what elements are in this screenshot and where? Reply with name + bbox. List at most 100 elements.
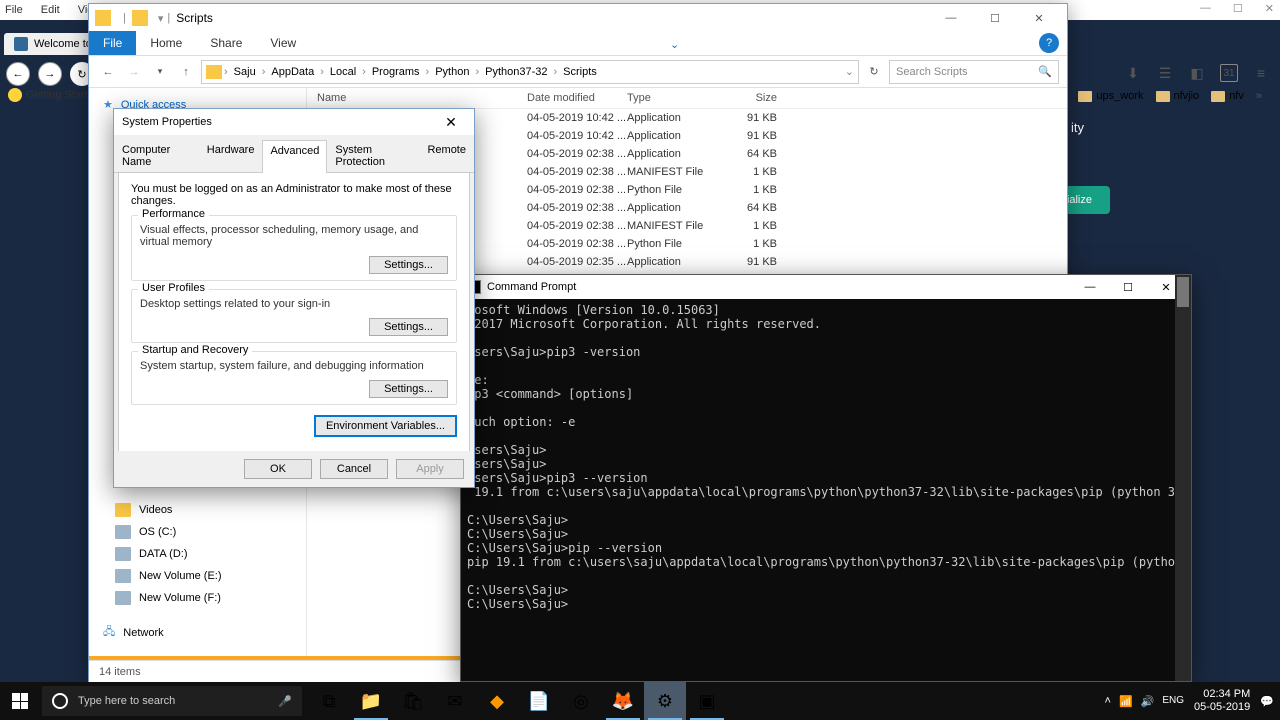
sublime-icon[interactable]: ◆ <box>476 682 518 720</box>
sidebar-videos[interactable]: Videos <box>89 499 306 521</box>
user-settings-button[interactable]: Settings... <box>369 318 448 336</box>
folder-icon <box>132 10 148 26</box>
ribbon-file[interactable]: File <box>89 31 136 55</box>
crumb[interactable]: AppData <box>267 64 318 80</box>
cmd-icon[interactable]: ▣ <box>686 682 728 720</box>
notepad-icon[interactable]: 📄 <box>518 682 560 720</box>
wifi-icon[interactable]: 📶 <box>1119 695 1133 708</box>
apply-button[interactable]: Apply <box>396 459 464 479</box>
col-size[interactable]: Size <box>725 92 787 104</box>
environment-variables-button[interactable]: Environment Variables... <box>314 415 457 437</box>
col-date[interactable]: Date modified <box>527 92 627 104</box>
sidebar-label: New Volume (F:) <box>139 592 221 604</box>
taskbar-search[interactable]: Type here to search 🎤 <box>42 686 302 716</box>
language-icon[interactable]: ENG <box>1162 695 1184 708</box>
mic-icon[interactable]: 🎤 <box>278 695 292 708</box>
close-button[interactable]: ✕ <box>436 114 466 131</box>
recent-button[interactable]: ▾ <box>149 61 171 83</box>
breadcrumb[interactable]: › Saju› AppData› Local› Programs› Python… <box>201 60 859 84</box>
sidebar-icon[interactable]: ◧ <box>1188 64 1206 82</box>
back-button[interactable]: ← <box>6 62 30 86</box>
notifications-icon[interactable]: 💬 <box>1260 695 1274 708</box>
crumb[interactable]: Programs <box>368 64 424 80</box>
cortana-icon <box>52 693 68 709</box>
close-button[interactable]: ✕ <box>1265 2 1274 15</box>
tab-hardware[interactable]: Hardware <box>199 139 263 172</box>
ok-button[interactable]: OK <box>244 459 312 479</box>
back-button[interactable]: ← <box>97 61 119 83</box>
sidebar-drive-c[interactable]: OS (C:) <box>89 521 306 543</box>
close-button[interactable]: ✕ <box>1017 4 1061 32</box>
sidebar-drive-e[interactable]: New Volume (E:) <box>89 565 306 587</box>
settings-icon[interactable]: ⚙ <box>644 682 686 720</box>
startup-settings-button[interactable]: Settings... <box>369 380 448 398</box>
start-button[interactable] <box>0 682 40 720</box>
explorer-titlebar[interactable]: | ▾ | Scripts — ☐ ✕ <box>89 4 1067 32</box>
ribbon-home[interactable]: Home <box>136 31 196 55</box>
task-view-icon[interactable]: ⧉ <box>308 682 350 720</box>
browser-tab-2[interactable]: Getting Starte <box>8 88 94 102</box>
cmd-output[interactable]: rosoft Windows [Version 10.0.15063] 2017… <box>461 299 1191 681</box>
expand-icon[interactable]: ▾ <box>158 12 164 25</box>
item-count: 14 items <box>99 666 141 678</box>
overflow-icon[interactable]: » <box>1256 90 1262 102</box>
cmd-titlebar[interactable]: Command Prompt — ☐ ✕ <box>461 275 1191 299</box>
download-icon[interactable]: ⬇ <box>1124 64 1142 82</box>
menu-icon[interactable]: ≡ <box>1252 64 1270 82</box>
ribbon-view[interactable]: View <box>256 31 310 55</box>
store-icon[interactable]: 🛍 <box>392 682 434 720</box>
tab-computer-name[interactable]: Computer Name <box>114 139 199 172</box>
crumb[interactable]: Python37-32 <box>481 64 551 80</box>
scrollbar[interactable] <box>1175 275 1191 681</box>
perf-settings-button[interactable]: Settings... <box>369 256 448 274</box>
pocket-icon[interactable]: 31 <box>1220 64 1238 82</box>
refresh-button[interactable]: ↻ <box>863 61 885 83</box>
minimize-button[interactable]: — <box>1200 2 1211 15</box>
search-input[interactable]: Search Scripts 🔍 <box>889 60 1059 84</box>
crumb[interactable]: Saju <box>230 64 260 80</box>
crumb[interactable]: Python <box>431 64 473 80</box>
tray-icons[interactable]: ˄ 📶 🔊 ENG <box>1105 695 1185 708</box>
ribbon-share[interactable]: Share <box>196 31 256 55</box>
sidebar-drive-f[interactable]: New Volume (F:) <box>89 587 306 609</box>
dialog-title: System Properties <box>122 116 212 128</box>
tab-remote[interactable]: Remote <box>419 139 474 172</box>
chrome-icon[interactable]: ◎ <box>560 682 602 720</box>
col-name[interactable]: Name <box>307 92 527 104</box>
up-button[interactable]: ↑ <box>175 61 197 83</box>
col-type[interactable]: Type <box>627 92 725 104</box>
bookmark-folder[interactable]: nfvjio <box>1156 90 1200 102</box>
maximize-button[interactable]: ☐ <box>973 4 1017 32</box>
library-icon[interactable]: ☰ <box>1156 64 1174 82</box>
crumb[interactable]: Scripts <box>559 64 601 80</box>
clock[interactable]: 02:34 PM 05-05-2019 <box>1194 688 1250 714</box>
volume-icon[interactable]: 🔊 <box>1141 695 1155 708</box>
bookmark-folder[interactable]: ups_work <box>1078 90 1143 102</box>
explorer-icon[interactable]: 📁 <box>350 682 392 720</box>
forward-button[interactable]: → <box>123 61 145 83</box>
address-bar: ← → ▾ ↑ › Saju› AppData› Local› Programs… <box>89 56 1067 88</box>
forward-button[interactable]: → <box>38 62 62 86</box>
minimize-button[interactable]: — <box>1071 281 1109 294</box>
tab-advanced[interactable]: Advanced <box>262 140 327 173</box>
dropdown-icon[interactable]: ⌄ <box>845 65 854 78</box>
menu-edit[interactable]: Edit <box>41 4 60 16</box>
mail-icon[interactable]: ✉ <box>434 682 476 720</box>
dialog-titlebar[interactable]: System Properties ✕ <box>114 109 474 135</box>
menu-file[interactable]: File <box>5 4 23 16</box>
firefox-icon[interactable]: 🦊 <box>602 682 644 720</box>
sidebar-network[interactable]: 🖧Network <box>89 619 306 646</box>
cancel-button[interactable]: Cancel <box>320 459 388 479</box>
help-icon[interactable]: ? <box>1039 33 1059 53</box>
chevron-up-icon[interactable]: ˄ <box>1105 695 1111 708</box>
tab-system-protection[interactable]: System Protection <box>327 139 419 172</box>
bookmark-folder[interactable]: nfv <box>1211 90 1244 102</box>
file-list-header[interactable]: Name Date modified Type Size <box>307 88 1067 109</box>
sidebar-drive-d[interactable]: DATA (D:) <box>89 543 306 565</box>
maximize-button[interactable]: ☐ <box>1109 281 1147 294</box>
scrollbar-thumb[interactable] <box>1177 277 1189 307</box>
maximize-button[interactable]: ☐ <box>1233 2 1243 15</box>
ribbon-expand-icon[interactable]: ⌄ <box>664 34 685 55</box>
crumb[interactable]: Local <box>326 64 360 80</box>
minimize-button[interactable]: — <box>929 4 973 32</box>
